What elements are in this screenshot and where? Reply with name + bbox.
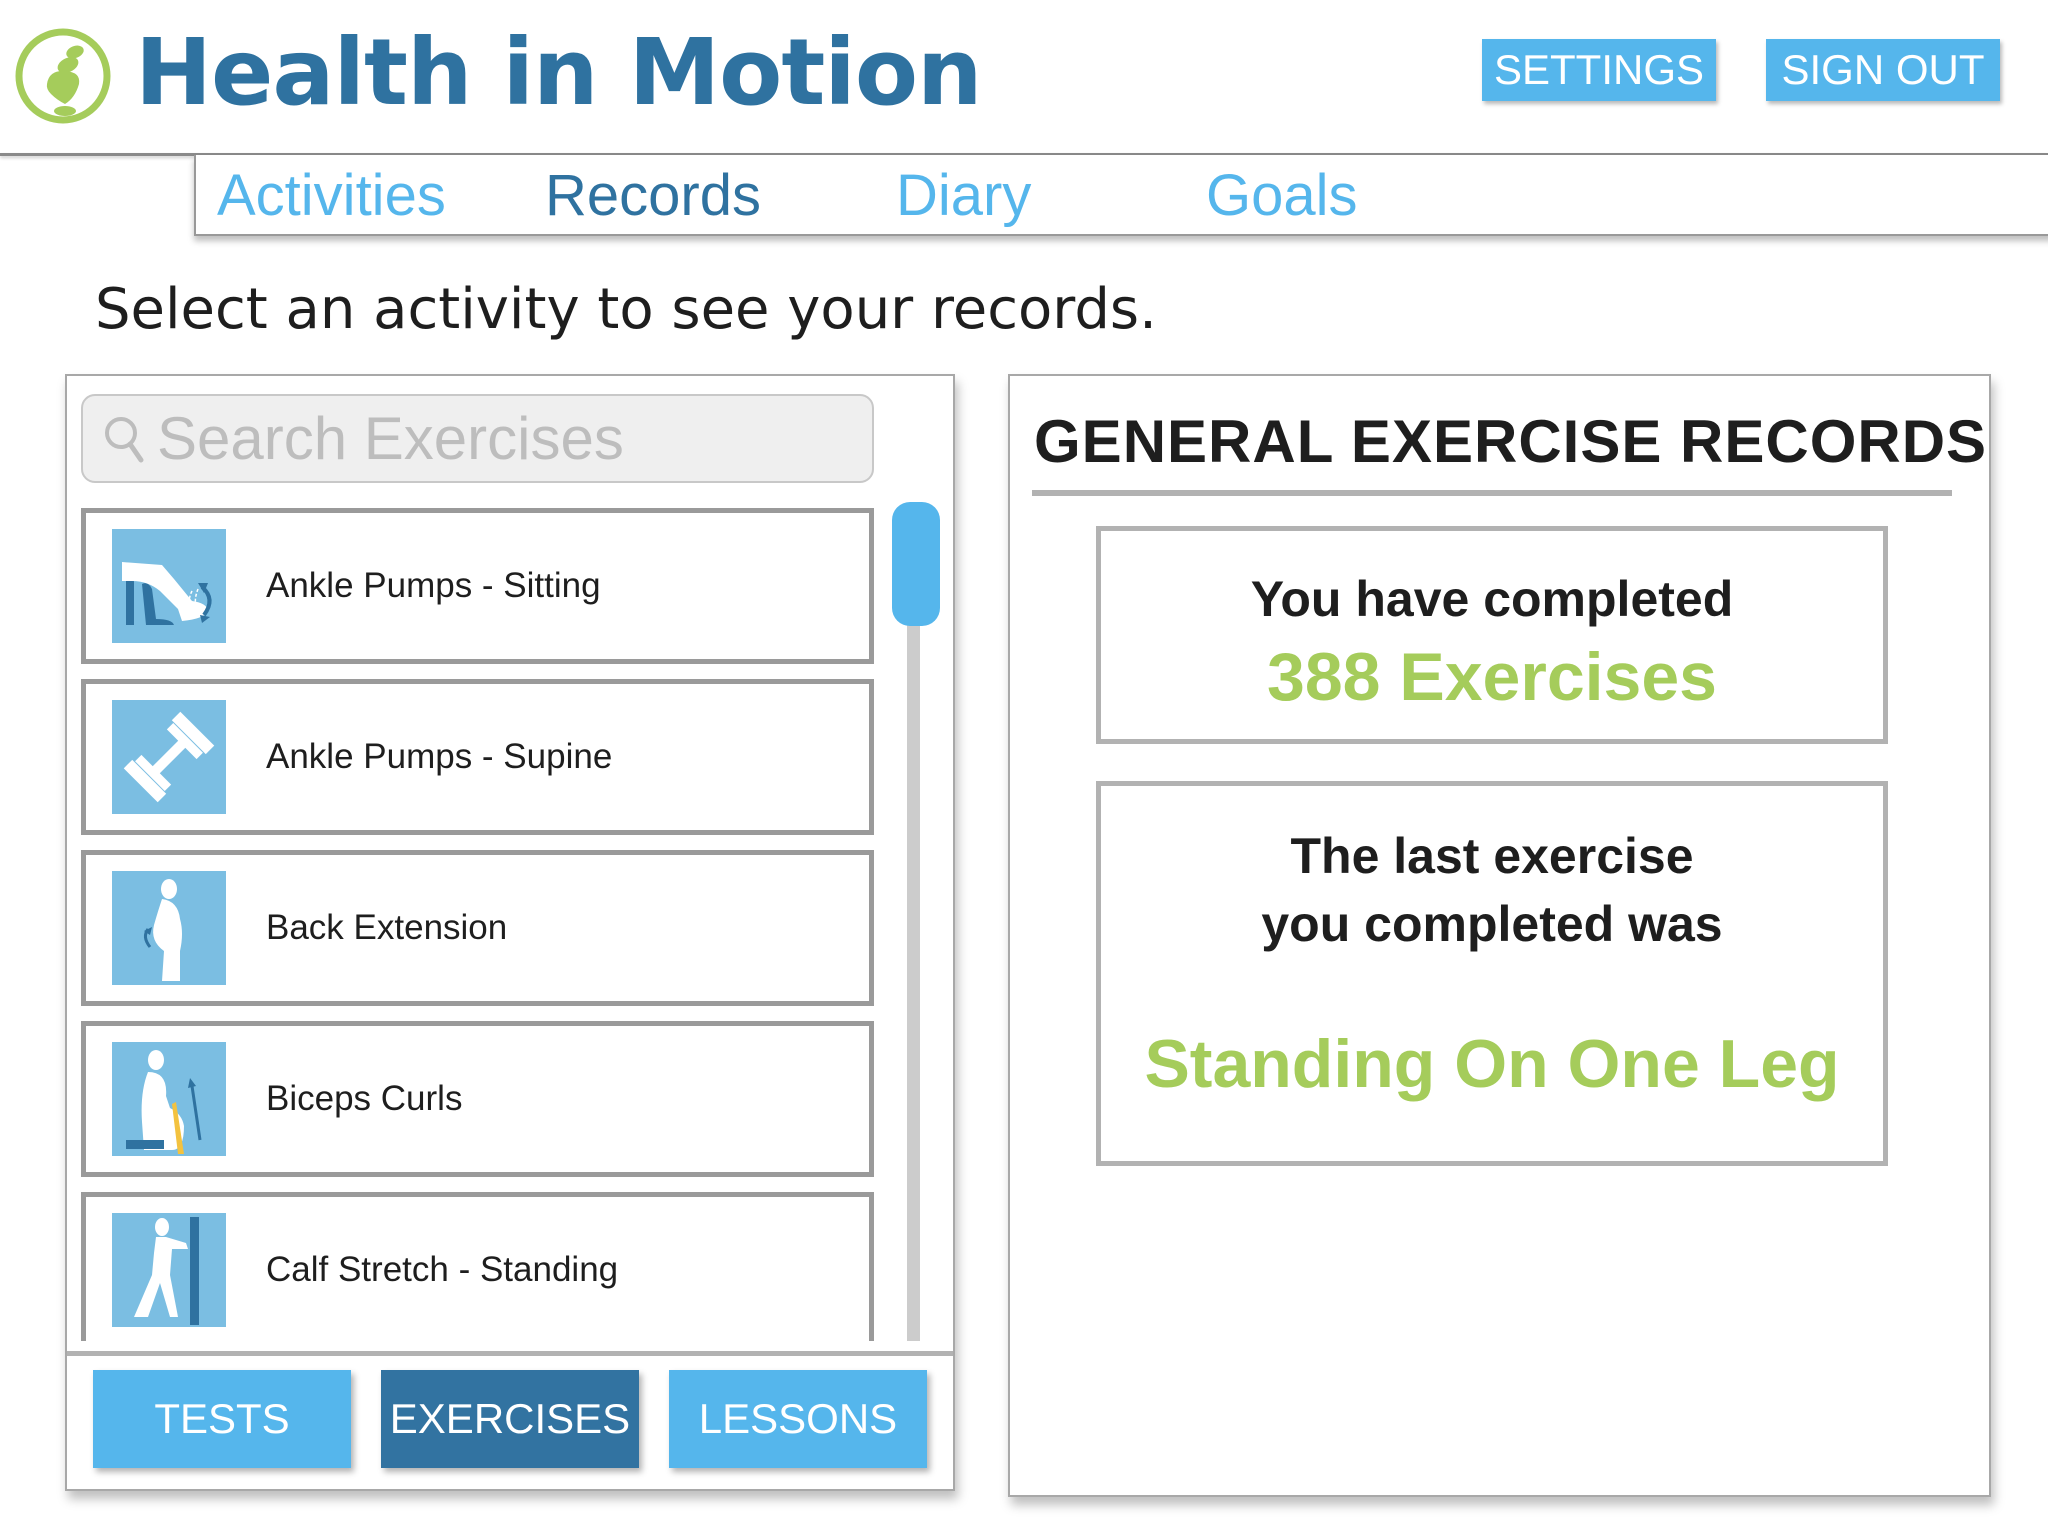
page-instruction: Select an activity to see your records. (95, 277, 1157, 342)
completed-count-value: 388 Exercises (1267, 639, 1717, 715)
records-panel: GENERAL EXERCISE RECORDS You have comple… (1008, 374, 1991, 1497)
exercise-list-item[interactable]: Ankle Pumps - Sitting (81, 508, 874, 664)
balanced-stones-logo-icon (15, 28, 111, 124)
dumbbell-icon (112, 700, 226, 814)
search-icon (105, 416, 144, 462)
nav-tab-diary[interactable]: Diary (896, 161, 1031, 231)
exercise-list-item[interactable]: Biceps Curls (81, 1021, 874, 1177)
last-exercise-label: The last exercise you completed was (1261, 828, 1723, 952)
completed-count-label: You have completed (1250, 571, 1734, 627)
title-divider (1032, 490, 1952, 496)
records-title: GENERAL EXERCISE RECORDS (1034, 408, 1988, 475)
tests-category-button[interactable]: TESTS (93, 1370, 351, 1468)
calf-stretch-icon (112, 1213, 226, 1327)
biceps-curl-icon (112, 1042, 226, 1156)
exercise-list-item[interactable]: Ankle Pumps - Supine (81, 679, 874, 835)
settings-button[interactable]: SETTINGS (1482, 39, 1716, 101)
sign-out-button[interactable]: SIGN OUT (1766, 39, 2000, 101)
exercise-list-item[interactable]: Back Extension (81, 850, 874, 1006)
back-extension-icon (112, 871, 226, 985)
activity-list-panel: Ankle Pumps - Sitting Ankle Pumps - Supi… (65, 374, 955, 1491)
exercise-label: Ankle Pumps - Sitting (266, 566, 601, 605)
exercise-list-item[interactable]: Calf Stretch - Standing (81, 1192, 874, 1341)
exercise-label: Biceps Curls (266, 1079, 463, 1118)
panel-divider (67, 1351, 953, 1356)
last-exercise-card: The last exercise you completed was Stan… (1096, 781, 1888, 1166)
last-exercise-value: Standing On One Leg (1144, 1026, 1840, 1102)
app-title: Health in Motion (135, 19, 983, 126)
exercise-label: Calf Stretch - Standing (266, 1250, 619, 1289)
exercise-label: Ankle Pumps - Supine (266, 737, 613, 776)
app-logo (13, 26, 113, 126)
scrollbar-thumb[interactable] (892, 502, 940, 626)
exercise-list: Ankle Pumps - Sitting Ankle Pumps - Supi… (81, 508, 874, 1341)
nav-tab-goals[interactable]: Goals (1206, 161, 1358, 231)
nav-tab-records[interactable]: Records (545, 161, 761, 231)
main-nav: Activities Records Diary Goals (194, 155, 2048, 236)
scrollbar-track[interactable] (907, 506, 920, 1341)
ankle-pump-sitting-icon (112, 529, 226, 643)
exercises-category-button[interactable]: EXERCISES (381, 1370, 639, 1468)
lessons-category-button[interactable]: LESSONS (669, 1370, 927, 1468)
exercise-label: Back Extension (266, 908, 508, 947)
completed-count-card: You have completed 388 Exercises (1096, 526, 1888, 744)
nav-tab-activities[interactable]: Activities (217, 161, 446, 231)
search-input[interactable] (157, 404, 857, 473)
search-box[interactable] (81, 394, 874, 483)
